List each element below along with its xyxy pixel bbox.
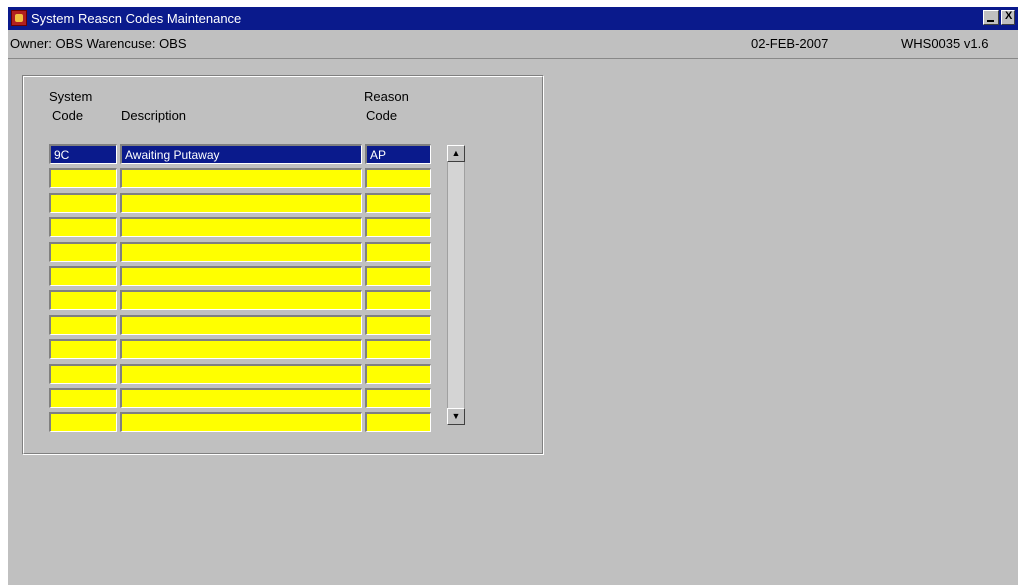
description-cell[interactable] (120, 339, 362, 360)
description-cell[interactable] (120, 217, 362, 238)
reason-code-cell[interactable] (365, 290, 431, 311)
date-label: 02-FEB-2007 (751, 36, 829, 51)
reason-code-cell[interactable] (365, 241, 431, 262)
system-code-cell[interactable] (49, 168, 117, 189)
grid-scrollbar[interactable]: ▲ ▼ (447, 145, 465, 425)
app-icon (11, 10, 27, 26)
system-code-cell[interactable] (49, 388, 117, 408)
reason-code-cell[interactable] (365, 363, 431, 384)
description-cell[interactable] (120, 388, 362, 408)
system-code-header-line1: System (49, 89, 93, 104)
owner-warehouse-label: Owner: OBS Warencuse: OBS (10, 36, 187, 51)
system-code-cell[interactable] (49, 314, 117, 335)
reason-code-header-line2: Code (366, 108, 398, 123)
system-code-header: System Code (49, 87, 92, 125)
description-header: Description (121, 108, 187, 123)
description-cell[interactable] (120, 241, 362, 262)
scroll-down-icon[interactable]: ▼ (447, 408, 465, 425)
description-cell[interactable] (120, 168, 362, 189)
reason-code-cell[interactable] (365, 217, 431, 238)
description-cell[interactable] (120, 363, 362, 384)
reason-code-cell[interactable] (365, 314, 431, 335)
description-cell[interactable] (120, 314, 362, 335)
scroll-track[interactable] (447, 162, 465, 408)
reason-code-header: Reason Code (364, 87, 409, 125)
reason-code-cell[interactable] (365, 168, 431, 189)
app-window: System Reascn Codes Maintenance Owner: O… (8, 7, 1018, 585)
system-code-header-line2: Code (52, 108, 84, 123)
system-code-cell[interactable] (49, 339, 117, 360)
reason-code-cell[interactable] (365, 412, 431, 433)
description-cell[interactable]: Awaiting Putaway (120, 144, 362, 164)
title-bar[interactable]: System Reascn Codes Maintenance (8, 7, 1018, 30)
system-code-cell[interactable] (49, 412, 117, 433)
reason-code-cell[interactable] (365, 388, 431, 408)
system-code-cell[interactable] (49, 217, 117, 238)
system-code-cell[interactable]: 9C (49, 144, 117, 164)
description-cell[interactable] (120, 290, 362, 311)
scroll-up-icon[interactable]: ▲ (447, 145, 465, 162)
description-cell[interactable] (120, 192, 362, 213)
system-code-cell[interactable] (49, 241, 117, 262)
close-button[interactable] (1001, 10, 1015, 25)
system-code-cell[interactable] (49, 192, 117, 213)
description-cell[interactable] (120, 266, 362, 286)
minimize-button[interactable] (983, 10, 999, 25)
system-code-cell[interactable] (49, 290, 117, 311)
context-bar: Owner: OBS Warencuse: OBS 02-FEB-2007 WH… (8, 30, 1018, 59)
window-title: System Reascn Codes Maintenance (31, 11, 242, 26)
description-cell[interactable] (120, 412, 362, 433)
reason-code-cell[interactable] (365, 339, 431, 360)
version-label: WHS0035 v1.6 (901, 36, 989, 51)
system-code-cell[interactable] (49, 266, 117, 286)
reason-code-cell[interactable] (365, 266, 431, 286)
system-code-cell[interactable] (49, 363, 117, 384)
reason-code-cell[interactable]: AP (365, 144, 431, 164)
reason-code-header-line1: Reason (364, 89, 409, 104)
codes-panel: System Code Description Reason Code 9C Aw… (22, 75, 544, 455)
reason-code-cell[interactable] (365, 192, 431, 213)
